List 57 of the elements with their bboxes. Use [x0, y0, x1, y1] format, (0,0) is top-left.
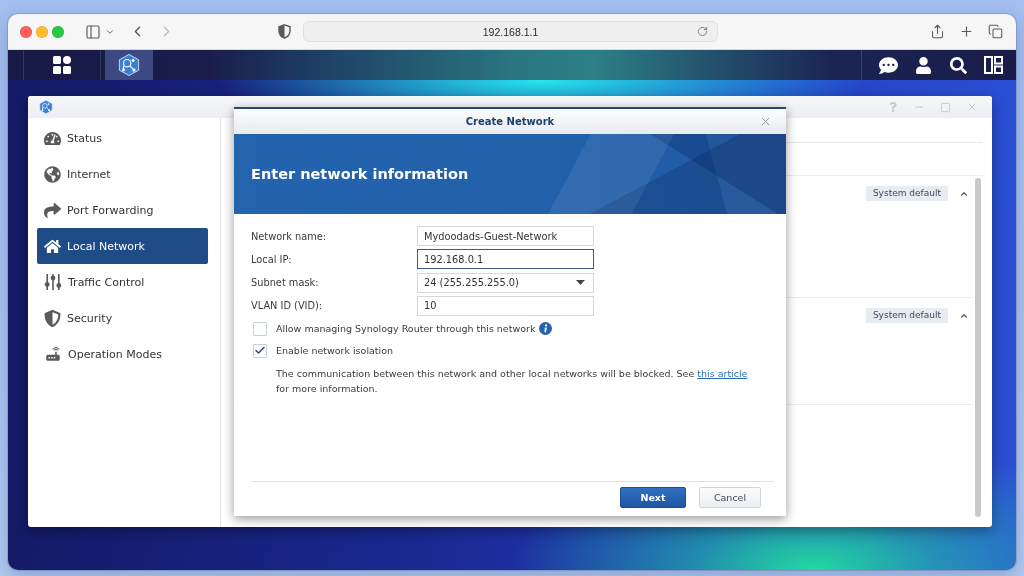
info-icon[interactable]: [539, 322, 553, 336]
dialog-title: Create Network: [465, 116, 555, 127]
router-icon: [44, 345, 62, 363]
sidebar-item[interactable]: Local Network: [37, 228, 208, 264]
sidebar-item[interactable]: Traffic Control: [37, 264, 208, 300]
text-input[interactable]: 192.168.0.1: [417, 249, 594, 270]
sidebar-icon[interactable]: [85, 23, 101, 40]
checkbox[interactable]: [253, 321, 267, 336]
house-icon: [44, 237, 61, 255]
widgets-icon[interactable]: [984, 56, 1003, 74]
checkbox-label: Enable network isolation: [276, 345, 394, 357]
next-button[interactable]: Next: [620, 487, 686, 508]
tabs-icon[interactable]: [988, 24, 1003, 39]
plus-icon[interactable]: [959, 24, 974, 39]
text-input[interactable]: Mydoodads-Guest-Network: [417, 226, 594, 246]
shield-icon: [44, 309, 61, 327]
globe-icon: [44, 165, 61, 183]
shield-icon[interactable]: [278, 24, 291, 39]
address-bar[interactable]: 192.168.1.1: [303, 21, 718, 42]
chat-icon[interactable]: [878, 55, 898, 75]
url-text: 192.168.1.1: [482, 25, 539, 38]
default-tag: System default: [865, 308, 948, 323]
article-link[interactable]: this article: [697, 367, 748, 379]
sidebar-item[interactable]: Status: [37, 120, 208, 156]
close-button[interactable]: [20, 25, 32, 38]
checkbox-label: Allow managing Synology Router through this network: [276, 323, 536, 335]
gauge-icon: [44, 129, 61, 147]
caret-icon: [576, 280, 585, 286]
curved-arrow-icon: [44, 201, 61, 219]
text-input[interactable]: 10: [417, 295, 594, 316]
sidebar-item[interactable]: Internet: [37, 156, 208, 192]
network-app-icon: [118, 54, 140, 76]
app-button[interactable]: [105, 50, 153, 80]
close-icon[interactable]: [759, 115, 772, 128]
field-label: Subnet mask:: [251, 277, 320, 289]
sidebar-item[interactable]: Operation Modes: [37, 336, 208, 372]
field-label: Local IP:: [251, 253, 293, 265]
checkbox[interactable]: [253, 343, 267, 358]
network-app-icon: [39, 100, 53, 114]
sidebar-item[interactable]: Port Forwarding: [37, 192, 208, 228]
cancel-button[interactable]: Cancel: [699, 487, 761, 508]
field-label: Network name:: [251, 230, 328, 242]
default-tag: System default: [865, 186, 948, 201]
sidebar-item[interactable]: Security: [37, 300, 208, 336]
scrollbar-thumb[interactable]: [975, 178, 981, 517]
dropdown[interactable]: 24 (255.255.255.0): [417, 272, 594, 293]
apps-grid-icon[interactable]: [53, 56, 71, 74]
user-icon[interactable]: [915, 56, 932, 74]
search-icon[interactable]: [949, 56, 967, 74]
field-label: VLAN ID (VID):: [251, 300, 324, 312]
share-icon[interactable]: [930, 24, 945, 39]
chevron-up-icon[interactable]: [959, 189, 969, 199]
isolation-note: The communication between this network and other local networks will be blocked. See this article for more information.: [276, 366, 749, 396]
chevron-up-icon[interactable]: [959, 311, 969, 321]
sliders-icon: [44, 273, 62, 291]
reload-icon[interactable]: [697, 26, 708, 37]
dialog-heading: Enter network information: [251, 166, 469, 182]
